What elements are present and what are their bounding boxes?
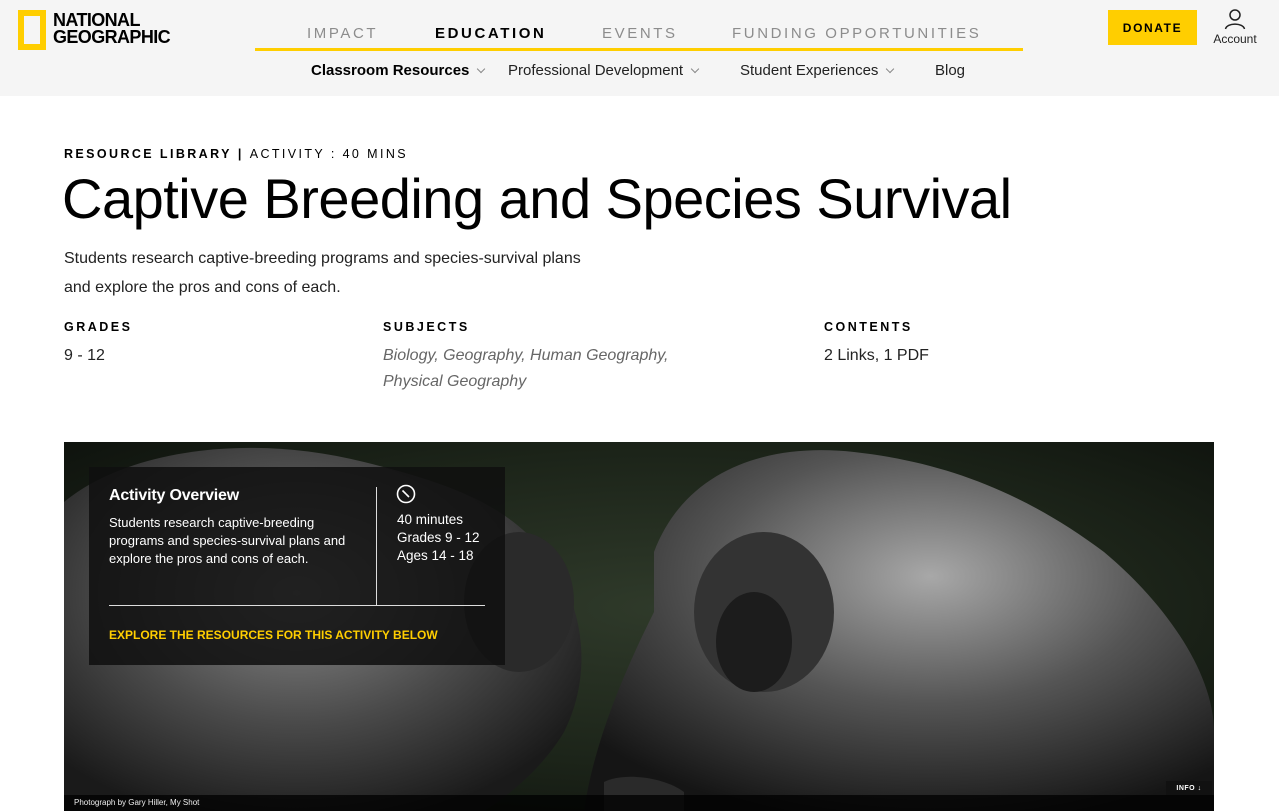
sub-nav-label: Student Experiences xyxy=(740,62,879,79)
sub-nav-professional-development[interactable]: Professional Development xyxy=(508,62,700,79)
subjects-label: SUBJECTS xyxy=(383,320,470,334)
account-button[interactable]: Account xyxy=(1208,8,1262,46)
overview-ages: Ages 14 - 18 xyxy=(397,548,474,563)
contents-value: 2 Links, 1 PDF xyxy=(824,347,929,364)
logo-wordmark: NATIONAL GEOGRAPHIC xyxy=(53,11,171,47)
resource-library-link[interactable]: RESOURCE LIBRARY xyxy=(64,147,232,161)
overview-divider xyxy=(109,605,485,606)
photo-credit-bar: Photograph by Gary Hiller, My Shot xyxy=(64,795,1214,811)
hero-image: Activity Overview Students research capt… xyxy=(64,442,1214,811)
sub-nav-blog[interactable]: Blog xyxy=(935,62,965,79)
overview-stats: 40 minutes Grades 9 - 12 Ages 14 - 18 xyxy=(397,511,480,565)
main-nav-funding-opportunities[interactable]: FUNDING OPPORTUNITIES xyxy=(732,25,981,42)
page-title: Captive Breeding and Species Survival xyxy=(62,167,1012,230)
resource-type: ACTIVITY : 40 MINS xyxy=(249,147,408,161)
clock-icon xyxy=(396,484,416,504)
national-geographic-logo[interactable]: NATIONAL GEOGRAPHIC xyxy=(18,10,171,50)
grades-value: 9 - 12 xyxy=(64,347,105,364)
logo-line-2: GEOGRAPHIC xyxy=(53,27,171,47)
sub-nav-label: Classroom Resources xyxy=(311,62,470,79)
site-header: NATIONAL GEOGRAPHIC IMPACT EDUCATION EVE… xyxy=(0,0,1279,96)
main-nav: IMPACT EDUCATION EVENTS FUNDING OPPORTUN… xyxy=(255,20,1023,51)
account-label: Account xyxy=(1213,32,1257,46)
resource-description: Students research captive-breeding progr… xyxy=(64,244,644,302)
overview-duration: 40 minutes xyxy=(397,512,464,527)
description-line: and explore the pros and cons of each. xyxy=(64,279,341,296)
yellow-border-logo-icon xyxy=(18,10,46,50)
sub-nav-label: Professional Development xyxy=(508,62,684,79)
overview-divider xyxy=(376,487,377,606)
resource-eyebrow: RESOURCE LIBRARY | ACTIVITY : 40 MINS xyxy=(64,147,408,161)
chevron-down-icon xyxy=(690,64,700,74)
eyebrow-separator: | xyxy=(237,147,244,161)
grades-label: GRADES xyxy=(64,320,133,334)
chevron-down-icon xyxy=(477,64,486,74)
overview-text: Students research captive-breeding progr… xyxy=(109,515,346,566)
overview-grades: Grades 9 - 12 xyxy=(397,530,480,545)
donate-button[interactable]: DONATE xyxy=(1108,10,1197,45)
explore-resources-link[interactable]: EXPLORE THE RESOURCES FOR THIS ACTIVITY … xyxy=(109,628,438,642)
photo-credit: Photograph by Gary Hiller, My Shot xyxy=(74,798,200,807)
main-nav-events[interactable]: EVENTS xyxy=(602,25,678,42)
activity-overview-card: Activity Overview Students research capt… xyxy=(89,467,505,665)
main-nav-impact[interactable]: IMPACT xyxy=(307,25,378,42)
subjects-line[interactable]: Physical Geography xyxy=(383,369,713,395)
chevron-down-icon xyxy=(886,64,895,74)
subjects-value: Biology, Geography, Human Geography, Phy… xyxy=(383,343,713,395)
sub-nav-classroom-resources[interactable]: Classroom Resources xyxy=(311,62,486,79)
sub-nav-student-experiences[interactable]: Student Experiences xyxy=(740,62,895,79)
description-line: Students research captive-breeding progr… xyxy=(64,250,581,267)
subjects-line[interactable]: Biology, Geography, Human Geography, xyxy=(383,343,713,369)
account-icon xyxy=(1224,9,1246,30)
contents-label: CONTENTS xyxy=(824,320,913,334)
overview-title: Activity Overview xyxy=(109,487,239,504)
main-nav-education[interactable]: EDUCATION xyxy=(435,25,546,42)
photo-info-button[interactable]: INFO ↓ xyxy=(1166,781,1212,795)
